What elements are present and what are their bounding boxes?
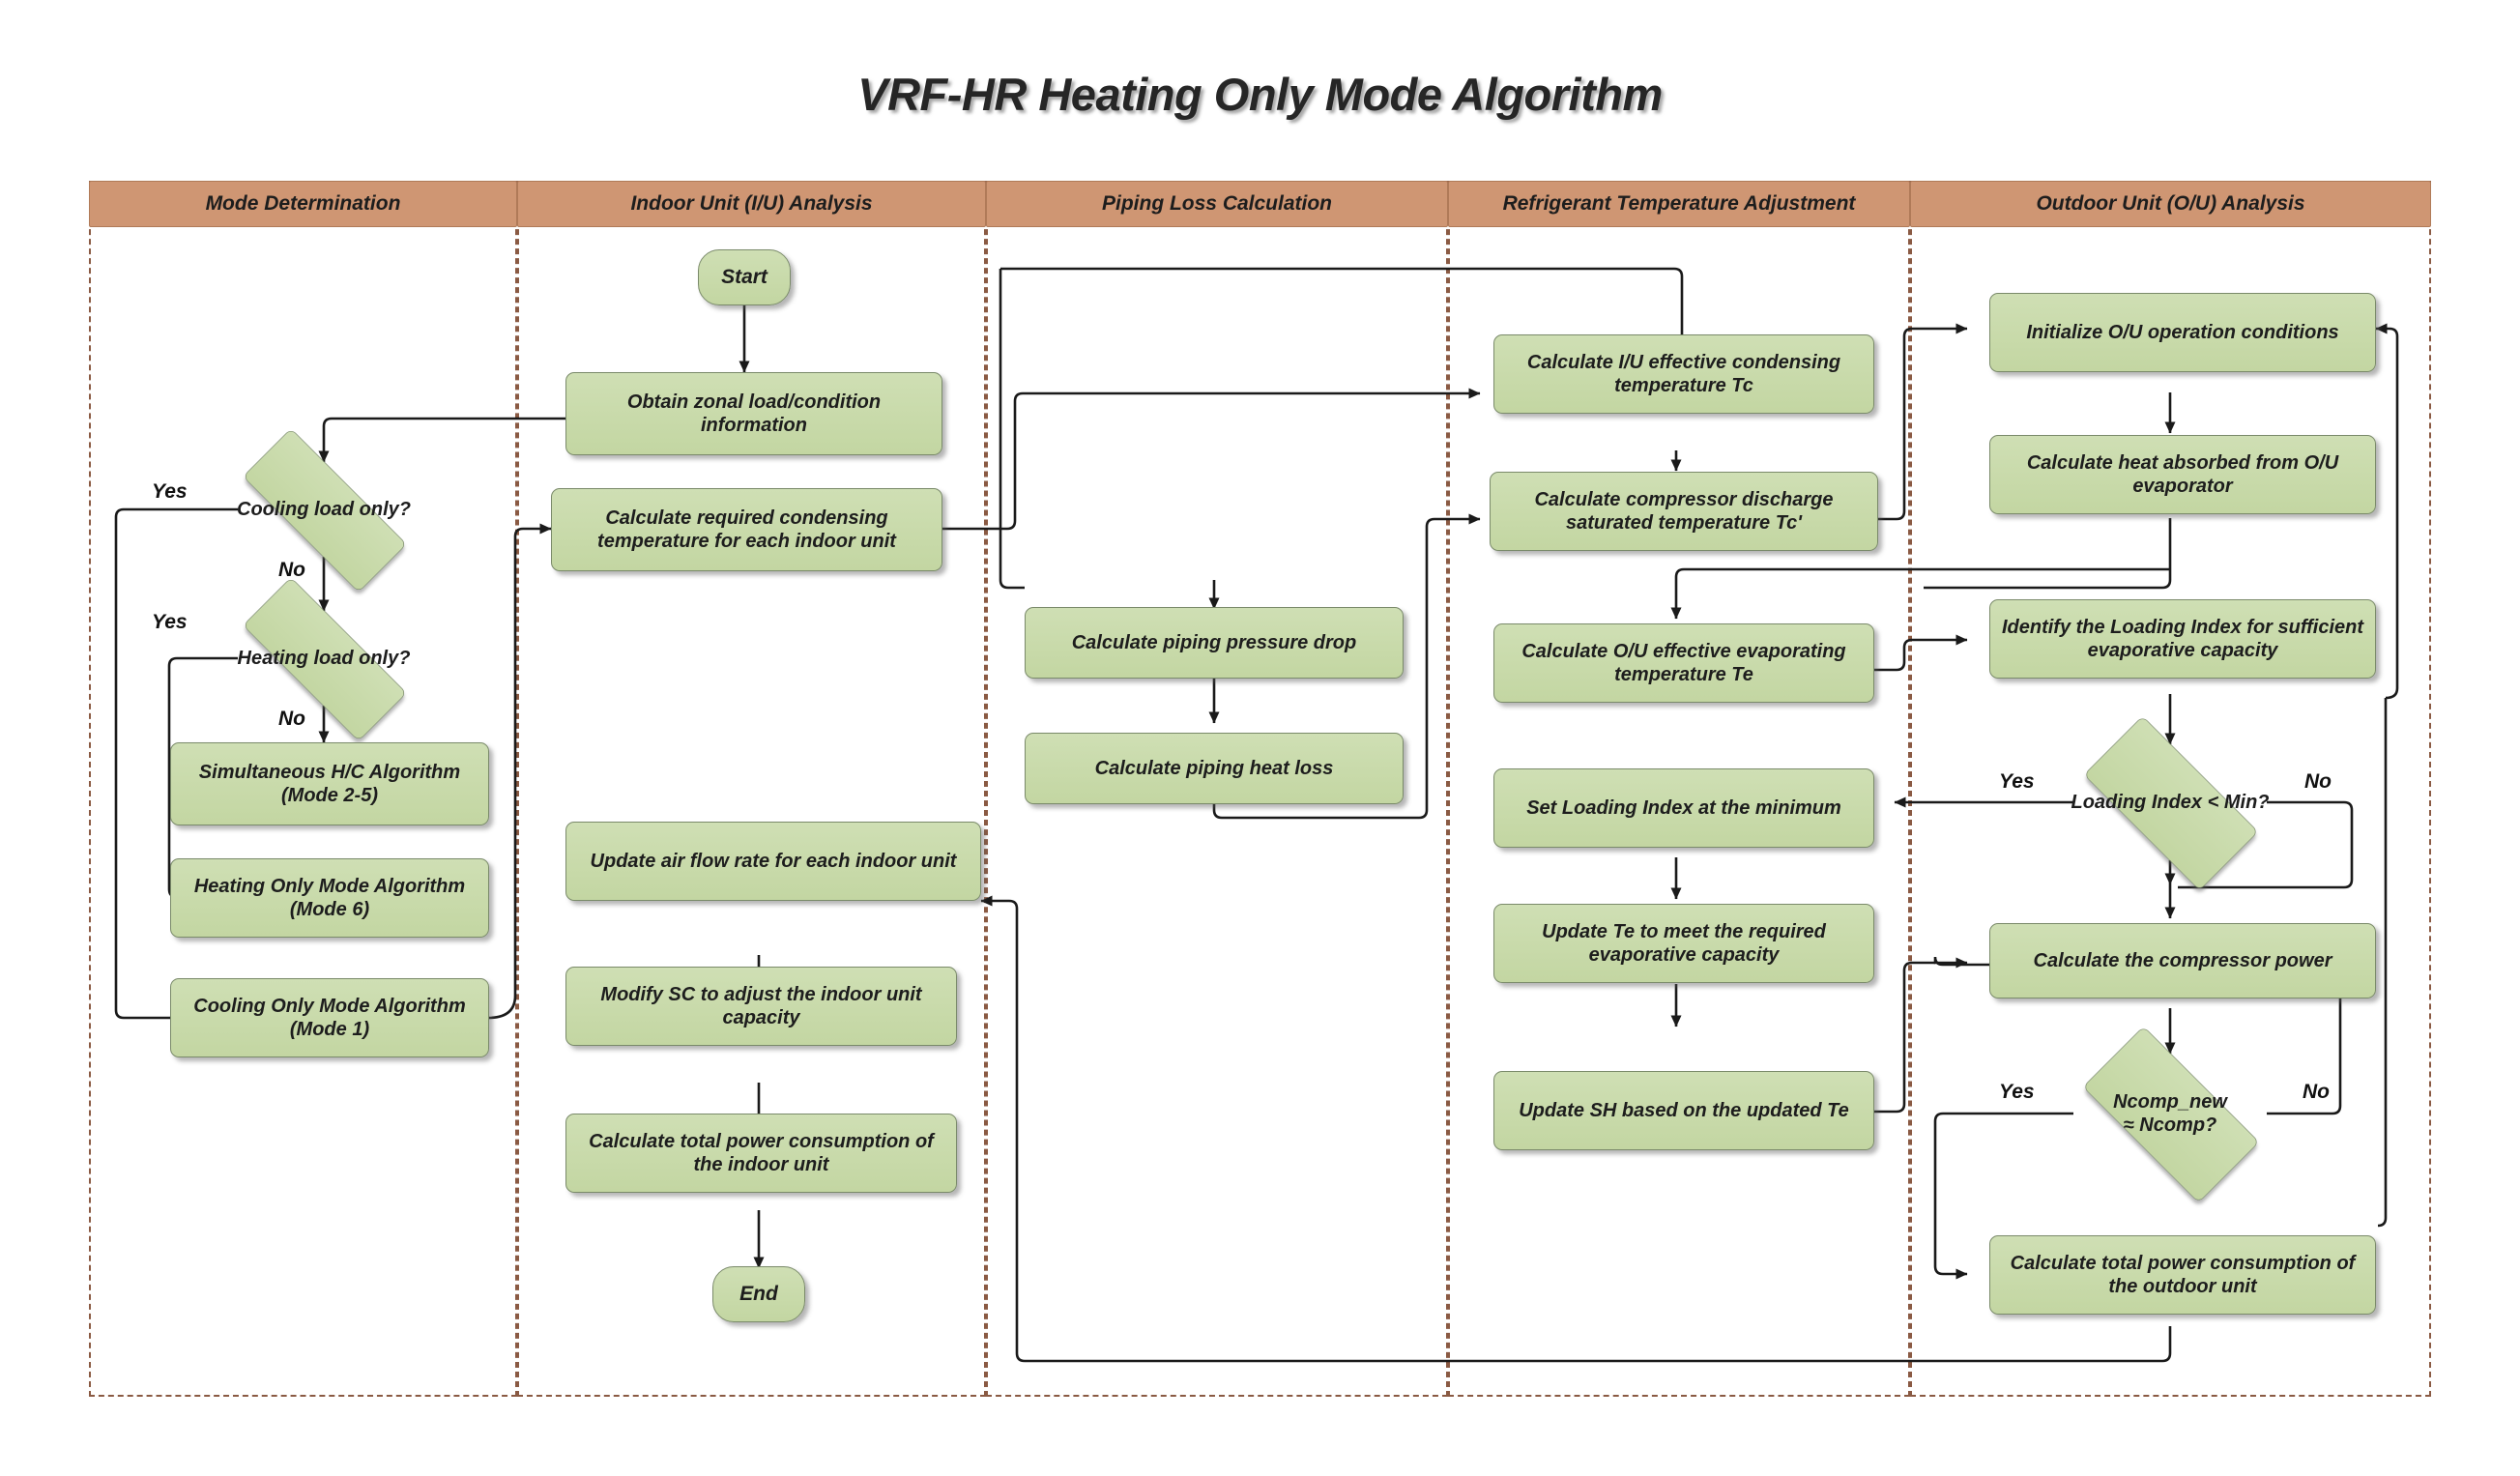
node-label: Calculate piping heat loss: [1094, 757, 1334, 779]
node-calculate-piping-pressure-drop[interactable]: Calculate piping pressure drop: [1025, 607, 1404, 679]
node-set-loading-index-minimum[interactable]: Set Loading Index at the minimum: [1493, 768, 1874, 848]
decision-loading-index-min[interactable]: Loading Index < Min?: [2055, 715, 2285, 891]
flowchart-canvas: VRF-HR Heating Only Mode Algorithm Mode …: [0, 0, 2520, 1476]
node-label: Calculate compressor discharge saturated…: [1534, 488, 1834, 534]
node-label: Identify the Loading Index for sufficien…: [2001, 616, 2364, 661]
edge-label-loading-no: No: [2304, 770, 2332, 793]
node-calculate-compressor-power[interactable]: Calculate the compressor power: [1989, 923, 2376, 998]
lane-header-refrigerant-temperature-adjustment: Refrigerant Temperature Adjustment: [1448, 181, 1910, 227]
node-start[interactable]: Start: [698, 249, 791, 305]
node-simultaneous-hc-algorithm[interactable]: Simultaneous H/C Algorithm (Mode 2-5): [170, 742, 489, 825]
node-label: Modify SC to adjust the indoor unit capa…: [600, 983, 922, 1028]
node-label: Calculate heat absorbed from O/U evapora…: [2026, 451, 2339, 497]
node-label: End: [739, 1283, 778, 1306]
node-calculate-piping-heat-loss[interactable]: Calculate piping heat loss: [1025, 733, 1404, 804]
node-label: Update Te to meet the required evaporati…: [1542, 920, 1826, 966]
lane-indoor-unit-analysis: [517, 181, 986, 1397]
node-heating-only-mode-algorithm[interactable]: Heating Only Mode Algorithm (Mode 6): [170, 858, 489, 938]
node-initialize-ou-operation-conditions[interactable]: Initialize O/U operation conditions: [1989, 293, 2376, 372]
lane-header-label: Outdoor Unit (O/U) Analysis: [2036, 192, 2305, 215]
lane-header-outdoor-unit-analysis: Outdoor Unit (O/U) Analysis: [1910, 181, 2431, 227]
node-label: Start: [721, 266, 768, 289]
lane-header-piping-loss-calculation: Piping Loss Calculation: [986, 181, 1448, 227]
node-update-te[interactable]: Update Te to meet the required evaporati…: [1493, 904, 1874, 983]
node-label: Calculate piping pressure drop: [1071, 631, 1357, 653]
lane-header-label: Refrigerant Temperature Adjustment: [1502, 192, 1856, 215]
decision-label-line2: ≈ Ncomp?: [2123, 1114, 2217, 1136]
node-identify-loading-index[interactable]: Identify the Loading Index for sufficien…: [1989, 599, 2376, 679]
node-label: Initialize O/U operation conditions: [2026, 321, 2339, 343]
node-label: Calculate required condensing temperatur…: [597, 506, 896, 552]
edge-label-ncomp-no: No: [2303, 1081, 2330, 1103]
lane-header-label: Indoor Unit (I/U) Analysis: [630, 192, 873, 215]
node-label: Cooling Only Mode Algorithm (Mode 1): [193, 995, 466, 1040]
edge-label-heating-yes: Yes: [152, 611, 188, 633]
edge-label-cooling-no: No: [278, 559, 305, 581]
node-label: Calculate the compressor power: [2033, 949, 2332, 971]
node-update-air-flow-rate[interactable]: Update air flow rate for each indoor uni…: [565, 822, 981, 901]
decision-label: Loading Index < Min?: [2071, 791, 2270, 813]
decision-label: Heating load only?: [237, 647, 411, 669]
node-update-sh[interactable]: Update SH based on the updated Te: [1493, 1071, 1874, 1150]
node-label: Update SH based on the updated Te: [1519, 1099, 1849, 1121]
decision-label: Ncomp_new ≈ Ncomp?: [2055, 1054, 2285, 1173]
edge-label-heating-no: No: [278, 708, 305, 730]
lane-header-indoor-unit-analysis: Indoor Unit (I/U) Analysis: [517, 181, 986, 227]
node-label: Calculate total power consumption of the…: [2010, 1252, 2356, 1297]
node-calculate-heat-absorbed[interactable]: Calculate heat absorbed from O/U evapora…: [1989, 435, 2376, 514]
node-label: Update air flow rate for each indoor uni…: [590, 850, 957, 872]
lane-header-label: Mode Determination: [205, 192, 401, 215]
node-label: Set Loading Index at the minimum: [1526, 796, 1841, 819]
node-calculate-required-condensing-temperature[interactable]: Calculate required condensing temperatur…: [551, 488, 942, 571]
decision-label: Cooling load only?: [237, 498, 411, 520]
node-label: Obtain zonal load/condition information: [626, 391, 882, 436]
node-calculate-total-power-outdoor[interactable]: Calculate total power consumption of the…: [1989, 1235, 2376, 1315]
node-calculate-compressor-discharge-tc-prime[interactable]: Calculate compressor discharge saturated…: [1490, 472, 1878, 551]
edge-label-loading-yes: Yes: [1999, 770, 2035, 793]
lane-header-mode-determination: Mode Determination: [89, 181, 517, 227]
node-calculate-total-power-indoor[interactable]: Calculate total power consumption of the…: [565, 1114, 957, 1193]
edge-label-ncomp-yes: Yes: [1999, 1081, 2035, 1103]
decision-ncomp-new-approx-ncomp[interactable]: Ncomp_new ≈ Ncomp?: [2055, 1026, 2285, 1203]
node-calculate-iu-effective-condensing-tc[interactable]: Calculate I/U effective condensing tempe…: [1493, 334, 1874, 414]
decision-heating-load-only[interactable]: Heating load only?: [209, 577, 439, 741]
node-cooling-only-mode-algorithm[interactable]: Cooling Only Mode Algorithm (Mode 1): [170, 978, 489, 1057]
node-calculate-ou-effective-evaporating-te[interactable]: Calculate O/U effective evaporating temp…: [1493, 623, 1874, 703]
edge-label-cooling-yes: Yes: [152, 480, 188, 503]
node-label: Calculate I/U effective condensing tempe…: [1526, 351, 1841, 396]
page-title: VRF-HR Heating Only Mode Algorithm: [857, 69, 1663, 120]
node-obtain-zonal-load[interactable]: Obtain zonal load/condition information: [565, 372, 942, 455]
lane-header-label: Piping Loss Calculation: [1101, 192, 1333, 215]
node-modify-sc[interactable]: Modify SC to adjust the indoor unit capa…: [565, 967, 957, 1046]
node-end[interactable]: End: [712, 1266, 805, 1322]
decision-label-line1: Ncomp_new: [2113, 1090, 2227, 1113]
node-label: Heating Only Mode Algorithm (Mode 6): [193, 875, 466, 920]
decision-cooling-load-only[interactable]: Cooling load only?: [209, 428, 439, 593]
node-label: Calculate total power consumption of the…: [589, 1130, 934, 1175]
node-label: Calculate O/U effective evaporating temp…: [1521, 640, 1846, 685]
node-label: Simultaneous H/C Algorithm (Mode 2-5): [198, 761, 461, 806]
